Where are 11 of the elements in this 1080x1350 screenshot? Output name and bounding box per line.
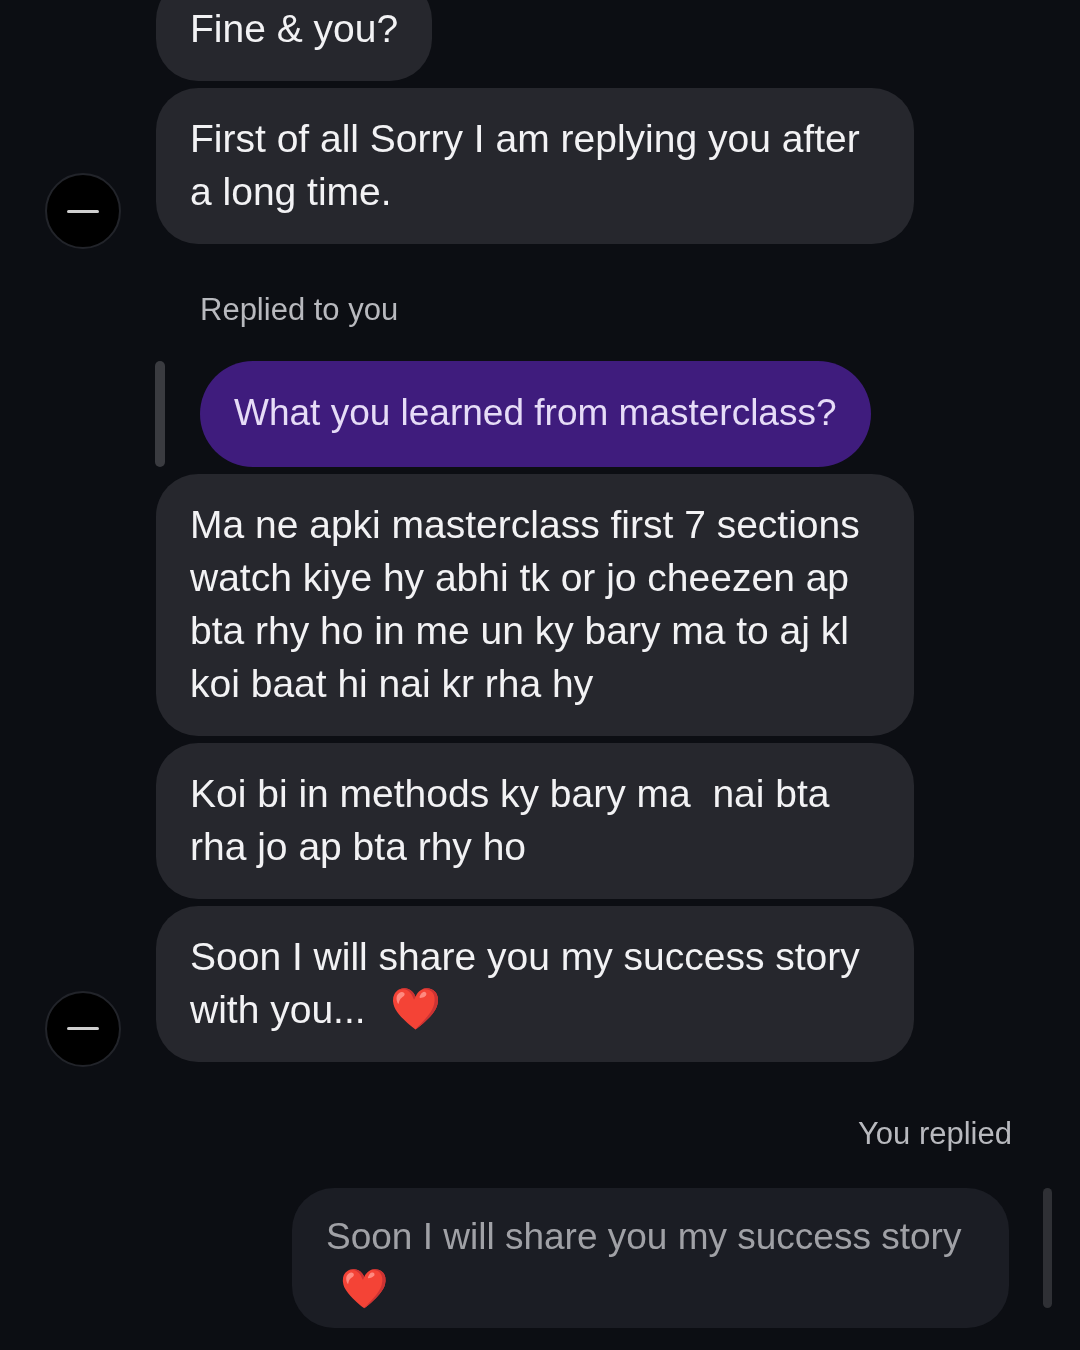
message-bubble: Soon I will share you my success story with you... ❤	[156, 905, 914, 1062]
quoted-message: What you learned from masterclass?	[200, 360, 871, 467]
quoted-message: Soon I will share you my success story ❤	[292, 1188, 1009, 1328]
reply-label: Replied to you	[199, 291, 400, 329]
heart-emoji: ❤	[390, 988, 442, 1030]
message-bubble: First of all Sorry I am replying you after a long time.	[156, 88, 914, 244]
message-bubble: Ma ne apki masterclass first 7 sections watch kiye hy abhi tk or jo cheezen ap bta rhy ho in me un ky bary ma to aj kl koi baat hi nai kr rha hy	[156, 473, 914, 736]
heart-emoji: ❤	[340, 1270, 388, 1309]
message-bubble: Koi bi in methods ky bary ma nai bta rha jo ap bta rhy ho	[156, 742, 914, 899]
message-bubble: Fine & you?	[156, 0, 433, 81]
reply-label: You replied	[857, 1114, 1013, 1153]
